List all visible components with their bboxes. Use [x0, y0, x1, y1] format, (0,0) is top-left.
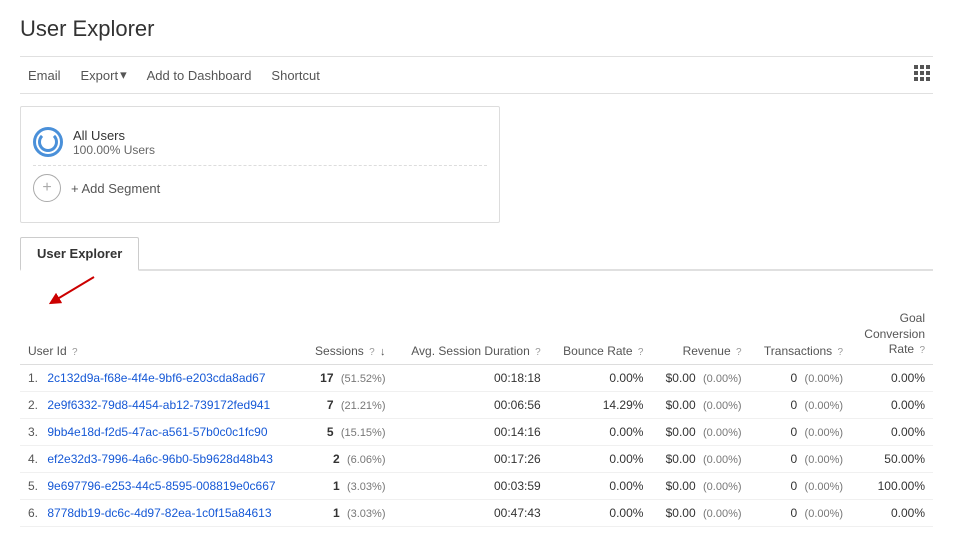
cell-bounce-rate: 0.00% — [549, 472, 652, 499]
cell-revenue: $0.00 (0.00%) — [651, 364, 749, 391]
table-row: 3. 9bb4e18d-f2d5-47ac-a561-57b0c0c1fc90 … — [20, 418, 933, 445]
th-goal-conversion: GoalConversion Goal Conversion Rate Rate… — [851, 305, 933, 364]
export-dropdown-icon: ▾ — [120, 67, 127, 83]
table-row: 4. ef2e32d3-7996-4a6c-96b0-5b9628d48b43 … — [20, 445, 933, 472]
cell-user-id: 2. 2e9f6332-79d8-4454-ab12-739172fed941 — [20, 391, 301, 418]
cell-sessions: 17 (51.52%) — [301, 364, 393, 391]
add-segment-icon: + — [33, 174, 61, 202]
cell-sessions: 2 (6.06%) — [301, 445, 393, 472]
cell-avg-session: 00:14:16 — [394, 418, 549, 445]
tab-user-explorer[interactable]: User Explorer — [20, 237, 139, 271]
cell-revenue: $0.00 (0.00%) — [651, 499, 749, 526]
cell-avg-session: 00:17:26 — [394, 445, 549, 472]
user-id-link[interactable]: ef2e32d3-7996-4a6c-96b0-5b9628d48b43 — [47, 452, 273, 466]
cell-sessions: 1 (3.03%) — [301, 472, 393, 499]
cell-sessions: 5 (15.15%) — [301, 418, 393, 445]
tab-bar: User Explorer — [20, 235, 933, 271]
cell-sessions: 1 (3.03%) — [301, 499, 393, 526]
cell-avg-session: 00:03:59 — [394, 472, 549, 499]
row-number: 4. — [28, 452, 44, 466]
page-title: User Explorer — [20, 16, 933, 42]
page-container: User Explorer Email Export ▾ Add to Dash… — [0, 0, 953, 543]
row-number: 5. — [28, 479, 44, 493]
cell-goal-conversion: 0.00% — [851, 499, 933, 526]
cell-revenue: $0.00 (0.00%) — [651, 391, 749, 418]
cell-goal-conversion: 100.00% — [851, 472, 933, 499]
user-table: User Id ? Sessions ? ↓ Avg. Session Dura… — [20, 305, 933, 527]
toolbar: Email Export ▾ Add to Dashboard Shortcut — [20, 56, 933, 94]
grid-icon[interactable] — [913, 64, 933, 87]
cell-transactions: 0 (0.00%) — [750, 472, 852, 499]
row-number: 1. — [28, 371, 44, 385]
user-id-link[interactable]: 8778db19-dc6c-4d97-82ea-1c0f15a84613 — [47, 506, 271, 520]
cell-avg-session: 00:18:18 — [394, 364, 549, 391]
all-users-segment: All Users 100.00% Users — [33, 119, 487, 166]
cell-transactions: 0 (0.00%) — [750, 499, 852, 526]
cell-avg-session: 00:06:56 — [394, 391, 549, 418]
cell-goal-conversion: 0.00% — [851, 418, 933, 445]
export-button[interactable]: Export ▾ — [73, 63, 135, 87]
cell-bounce-rate: 14.29% — [549, 391, 652, 418]
sessions-help[interactable]: ? — [369, 347, 375, 358]
avg-session-help[interactable]: ? — [535, 347, 541, 358]
add-segment-button[interactable]: + + Add Segment — [33, 166, 487, 210]
cell-user-id: 1. 2c132d9a-f68e-4f4e-9bf6-e203cda8ad67 — [20, 364, 301, 391]
table-row: 6. 8778db19-dc6c-4d97-82ea-1c0f15a84613 … — [20, 499, 933, 526]
segment-circle — [33, 127, 63, 157]
cell-user-id: 6. 8778db19-dc6c-4d97-82ea-1c0f15a84613 — [20, 499, 301, 526]
cell-transactions: 0 (0.00%) — [750, 391, 852, 418]
th-sessions: Sessions ? ↓ — [301, 305, 393, 364]
cell-transactions: 0 (0.00%) — [750, 418, 852, 445]
cell-revenue: $0.00 (0.00%) — [651, 472, 749, 499]
add-dashboard-button[interactable]: Add to Dashboard — [139, 64, 260, 87]
cell-goal-conversion: 0.00% — [851, 391, 933, 418]
cell-bounce-rate: 0.00% — [549, 364, 652, 391]
cell-revenue: $0.00 (0.00%) — [651, 418, 749, 445]
shortcut-button[interactable]: Shortcut — [263, 64, 327, 87]
cell-revenue: $0.00 (0.00%) — [651, 445, 749, 472]
sessions-sort-icon[interactable]: ↓ — [380, 346, 386, 358]
revenue-help[interactable]: ? — [736, 347, 742, 358]
th-revenue: Revenue ? — [651, 305, 749, 364]
th-user-id: User Id ? — [20, 305, 301, 364]
transactions-help[interactable]: ? — [838, 347, 844, 358]
cell-user-id: 3. 9bb4e18d-f2d5-47ac-a561-57b0c0c1fc90 — [20, 418, 301, 445]
segment-pct: 100.00% Users — [73, 143, 155, 157]
add-segment-label: + Add Segment — [71, 181, 160, 196]
goal-conversion-help[interactable]: ? — [919, 345, 925, 356]
user-id-link[interactable]: 2c132d9a-f68e-4f4e-9bf6-e203cda8ad67 — [47, 371, 265, 385]
cell-avg-session: 00:47:43 — [394, 499, 549, 526]
th-bounce-rate: Bounce Rate ? — [549, 305, 652, 364]
cell-user-id: 5. 9e697796-e253-44c5-8595-008819e0c667 — [20, 472, 301, 499]
cell-user-id: 4. ef2e32d3-7996-4a6c-96b0-5b9628d48b43 — [20, 445, 301, 472]
cell-sessions: 7 (21.21%) — [301, 391, 393, 418]
cell-bounce-rate: 0.00% — [549, 418, 652, 445]
user-id-link[interactable]: 9e697796-e253-44c5-8595-008819e0c667 — [47, 479, 275, 493]
segments-area: All Users 100.00% Users + + Add Segment — [20, 106, 500, 223]
user-id-link[interactable]: 9bb4e18d-f2d5-47ac-a561-57b0c0c1fc90 — [47, 425, 267, 439]
table-row: 5. 9e697796-e253-44c5-8595-008819e0c667 … — [20, 472, 933, 499]
email-button[interactable]: Email — [20, 64, 69, 87]
row-number: 2. — [28, 398, 44, 412]
th-avg-session: Avg. Session Duration ? — [394, 305, 549, 364]
bounce-rate-help[interactable]: ? — [638, 347, 644, 358]
cell-bounce-rate: 0.00% — [549, 445, 652, 472]
cell-transactions: 0 (0.00%) — [750, 364, 852, 391]
red-arrow-indicator — [44, 273, 104, 309]
row-number: 6. — [28, 506, 44, 520]
user-id-help[interactable]: ? — [72, 347, 78, 358]
table-row: 2. 2e9f6332-79d8-4454-ab12-739172fed941 … — [20, 391, 933, 418]
segment-name: All Users — [73, 128, 155, 143]
cell-goal-conversion: 50.00% — [851, 445, 933, 472]
arrow-area — [20, 271, 933, 301]
cell-goal-conversion: 0.00% — [851, 364, 933, 391]
row-number: 3. — [28, 425, 44, 439]
cell-transactions: 0 (0.00%) — [750, 445, 852, 472]
cell-bounce-rate: 0.00% — [549, 499, 652, 526]
user-id-link[interactable]: 2e9f6332-79d8-4454-ab12-739172fed941 — [47, 398, 270, 412]
th-transactions: Transactions ? — [750, 305, 852, 364]
table-row: 1. 2c132d9a-f68e-4f4e-9bf6-e203cda8ad67 … — [20, 364, 933, 391]
